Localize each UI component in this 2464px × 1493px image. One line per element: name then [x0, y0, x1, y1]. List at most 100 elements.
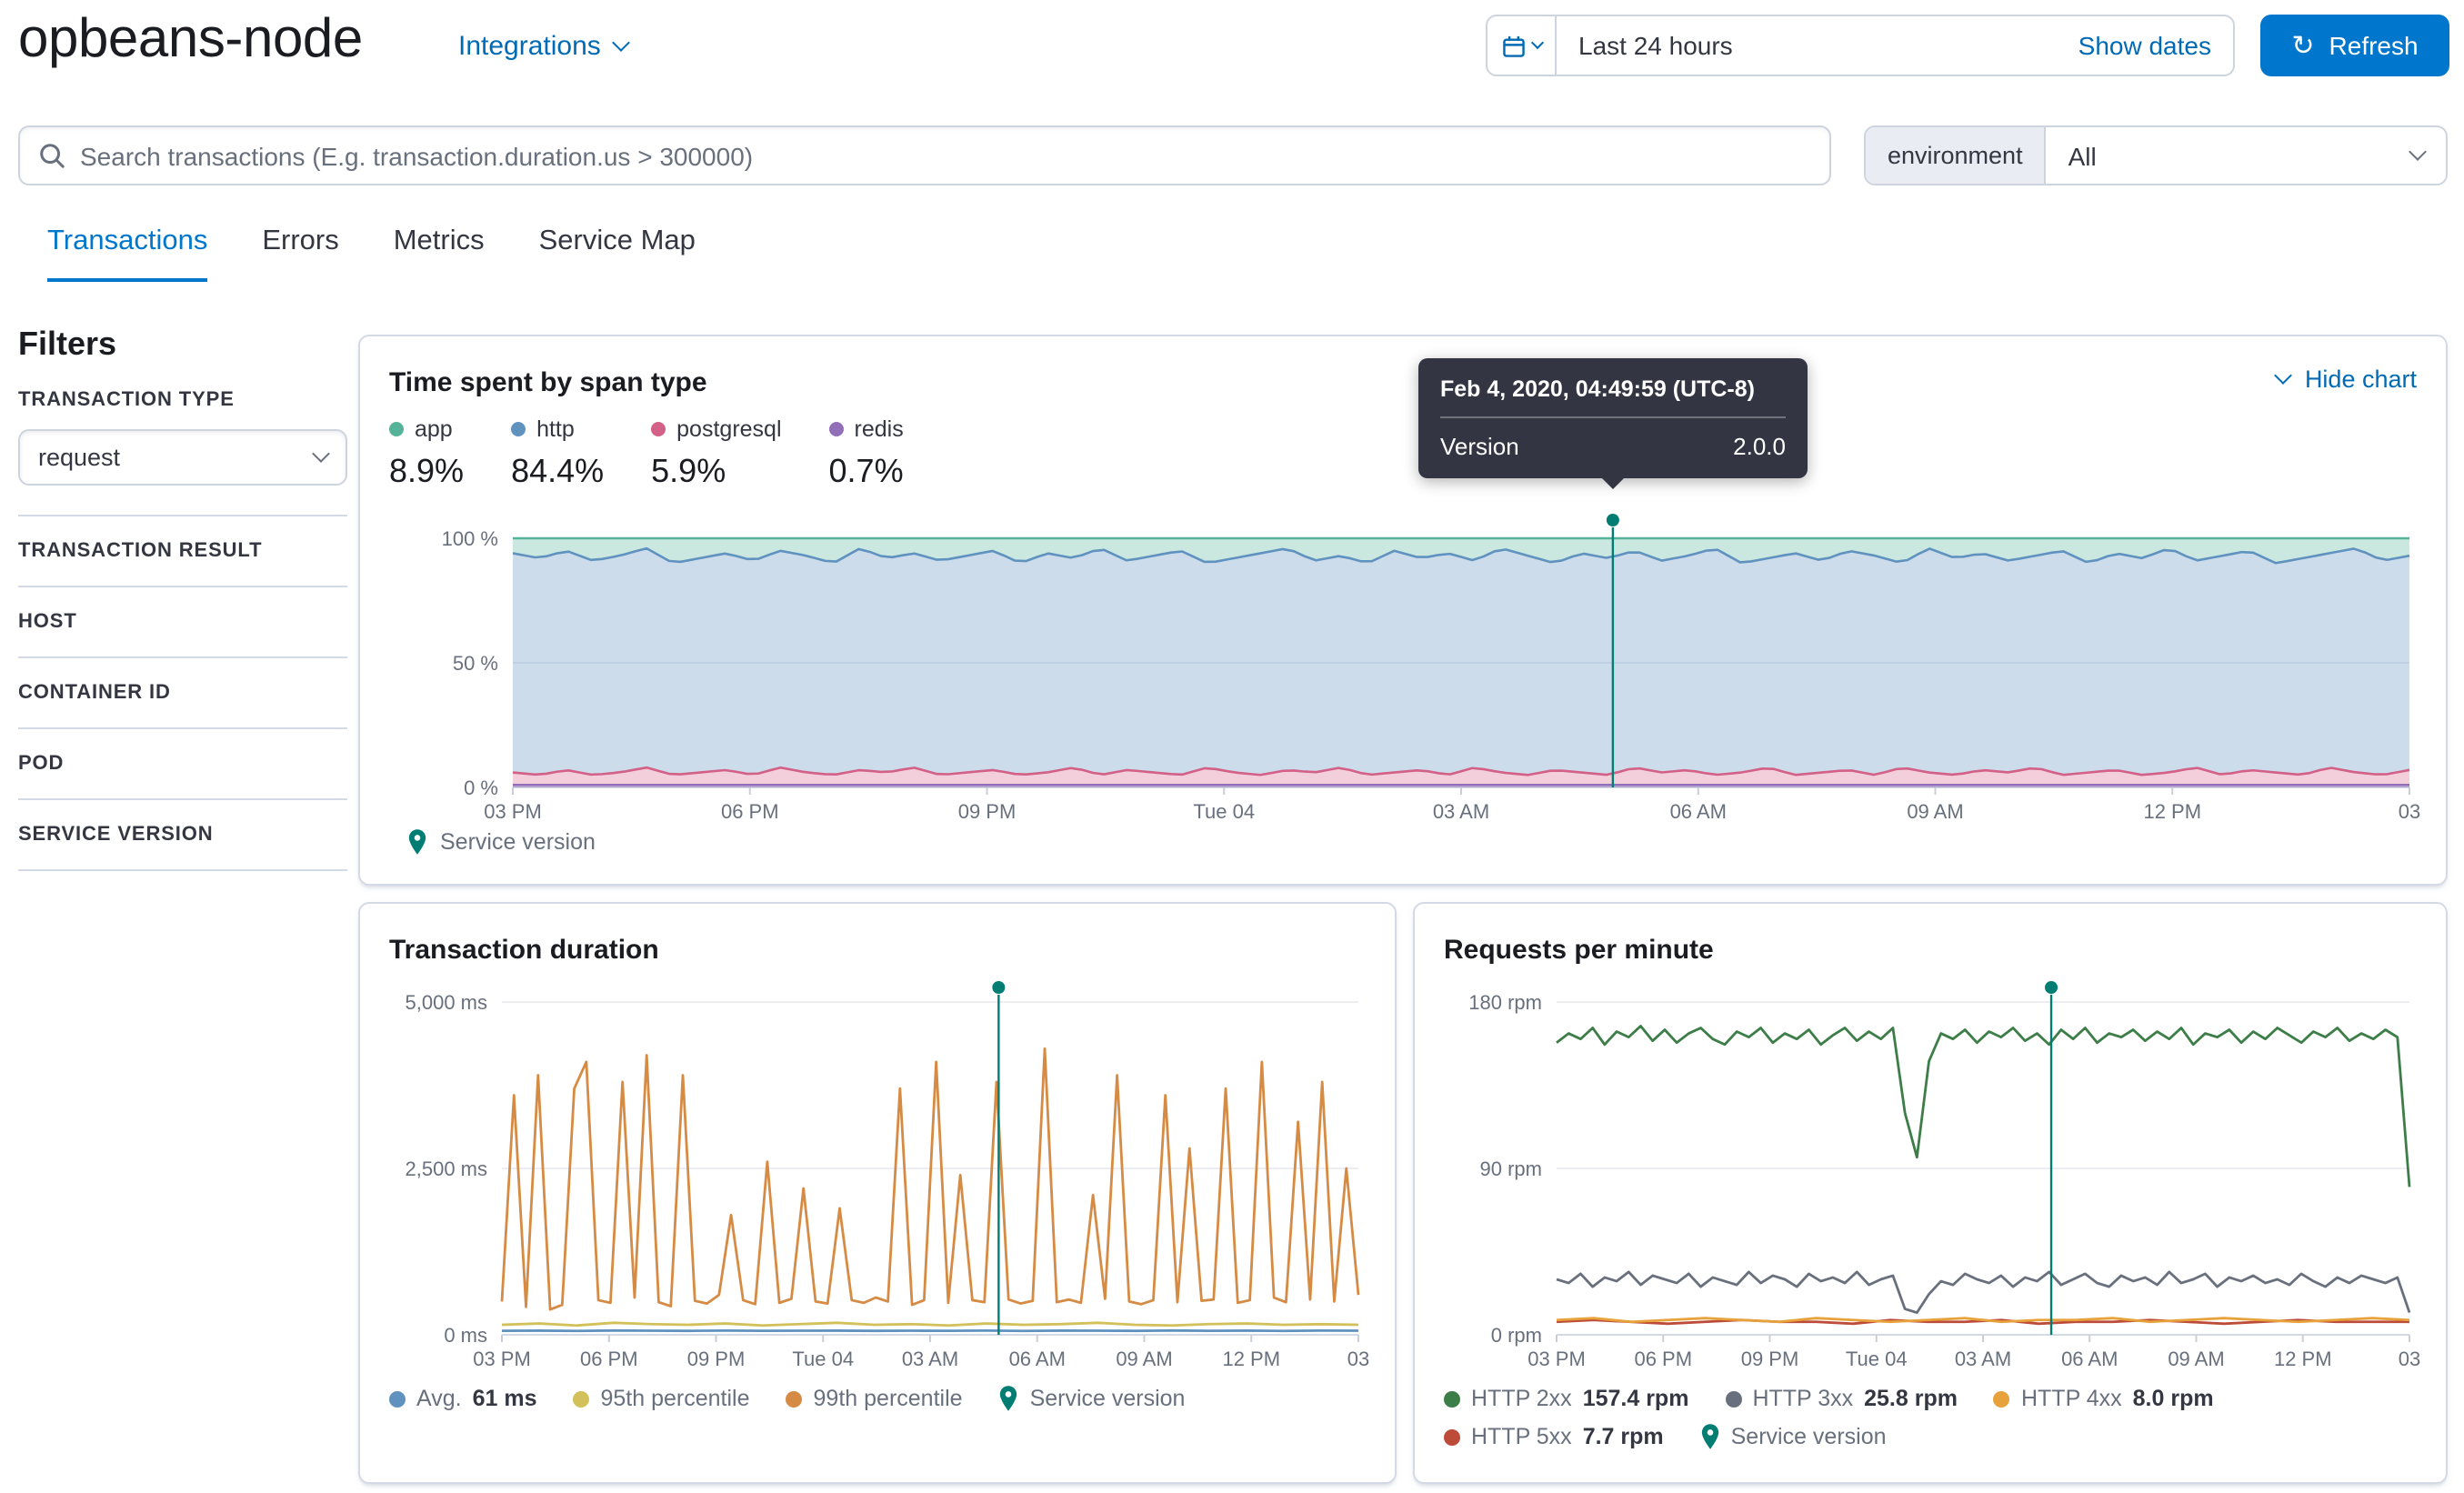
legend-dot: [1993, 1390, 2010, 1407]
legend-item-service-version[interactable]: Service version: [1700, 1424, 1887, 1449]
panel-title: Requests per minute: [1444, 935, 1714, 966]
span-legend-app[interactable]: app 8.9%: [389, 416, 464, 495]
legend-label: Avg.: [416, 1386, 462, 1411]
legend-item-avg-[interactable]: Avg. 61 ms: [389, 1386, 537, 1411]
svg-text:03 PM: 03 PM: [484, 800, 542, 823]
filter-section-service-version[interactable]: SERVICE VERSION: [18, 800, 347, 871]
legend-label: Service version: [1730, 1424, 1887, 1449]
svg-text:03 PM: 03 PM: [473, 1348, 531, 1370]
transaction-type-label: TRANSACTION TYPE: [18, 389, 235, 411]
legend-label: redis: [854, 416, 904, 442]
map-pin-icon: [408, 829, 426, 855]
tab-errors[interactable]: Errors: [262, 225, 338, 282]
time-range-field[interactable]: Last 24 hours Show dates: [1557, 16, 2233, 75]
time-spent-by-span-type-panel: Time spent by span type Hide chart app 8.…: [358, 335, 2448, 886]
duration-chart-legend: Avg. 61 ms 95th percentile 99th percentile S…: [389, 1384, 1366, 1413]
service-tabs: Transactions Errors Metrics Service Map: [47, 225, 696, 282]
span-legend-postgresql[interactable]: postgresql 5.9%: [651, 416, 782, 495]
legend-label: http: [536, 416, 575, 442]
legend-item-95th-percentile[interactable]: 95th percentile: [573, 1386, 750, 1411]
svg-text:06 PM: 06 PM: [580, 1348, 638, 1370]
legend-item-http-4xx[interactable]: HTTP 4xx 8.0 rpm: [1993, 1386, 2214, 1411]
span-legend-http[interactable]: http 84.4%: [511, 416, 604, 495]
service-version-legend[interactable]: Service version: [407, 829, 2417, 855]
svg-text:0 rpm: 0 rpm: [1491, 1324, 1542, 1347]
search-transactions-bar: [18, 125, 1831, 185]
search-input[interactable]: [80, 141, 1811, 170]
integrations-dropdown[interactable]: Integrations: [458, 31, 631, 62]
filter-section-host[interactable]: HOST: [18, 587, 347, 658]
show-dates-link[interactable]: Show dates: [2078, 31, 2211, 60]
search-icon: [40, 144, 65, 168]
filters-title: Filters: [18, 326, 117, 362]
calendar-icon: [1502, 35, 1524, 56]
transaction-type-select[interactable]: request: [18, 429, 347, 486]
legend-label: postgresql: [676, 416, 782, 442]
requests-per-minute-panel: Requests per minute 180 rpm 90 rpm 0 rpm 03…: [1413, 902, 2448, 1484]
svg-text:180 rpm: 180 rpm: [1468, 991, 1542, 1014]
svg-text:90 rpm: 90 rpm: [1480, 1157, 1542, 1180]
rpm-chart-legend-row1: HTTP 2xx 157.4 rpm HTTP 3xx 25.8 rpm HTTP 4x…: [1444, 1384, 2417, 1413]
svg-text:03: 03: [1347, 1348, 1369, 1370]
legend-label: 95th percentile: [600, 1386, 750, 1411]
svg-text:06 PM: 06 PM: [1634, 1348, 1692, 1370]
filters-sidebar: Filters TRANSACTION TYPE request TRANSAC…: [18, 324, 347, 871]
legend-item-http-3xx[interactable]: HTTP 3xx 25.8 rpm: [1725, 1386, 1958, 1411]
svg-text:0 %: 0 %: [464, 777, 498, 799]
environment-select[interactable]: All: [2047, 127, 2446, 184]
tab-transactions[interactable]: Transactions: [47, 225, 208, 282]
svg-text:09 AM: 09 AM: [1116, 1348, 1172, 1370]
calendar-button[interactable]: [1487, 16, 1557, 75]
span-percent-value: 84.4%: [511, 453, 605, 489]
svg-text:03: 03: [2399, 1348, 2420, 1370]
filter-section-transaction-result[interactable]: TRANSACTION RESULT: [18, 516, 347, 587]
legend-dot: [1444, 1390, 1460, 1407]
svg-text:09 PM: 09 PM: [1741, 1348, 1799, 1370]
svg-text:03 PM: 03 PM: [1527, 1348, 1586, 1370]
svg-text:03 AM: 03 AM: [1955, 1348, 2011, 1370]
legend-dot: [828, 422, 844, 436]
legend-dot: [389, 1390, 406, 1407]
tab-metrics[interactable]: Metrics: [394, 225, 485, 282]
svg-text:03: 03: [2399, 800, 2420, 823]
chevron-down-icon: [2409, 143, 2427, 161]
transaction-duration-chart[interactable]: 5,000 ms 2,500 ms 0 ms03 PM 06 PM 09 PM Tue 0…: [389, 977, 1369, 1373]
svg-text:06 PM: 06 PM: [721, 800, 779, 823]
svg-text:2,500 ms: 2,500 ms: [406, 1157, 488, 1180]
refresh-button[interactable]: ↻ Refresh: [2260, 15, 2449, 76]
legend-item-http-5xx[interactable]: HTTP 5xx 7.7 rpm: [1444, 1424, 1664, 1449]
legend-label: app: [415, 416, 453, 442]
legend-value: 7.7 rpm: [1582, 1424, 1664, 1449]
legend-dot: [389, 422, 404, 436]
legend-item-99th-percentile[interactable]: 99th percentile: [786, 1386, 963, 1411]
span-type-stacked-area-chart[interactable]: 100 % 50 % 0 %03 PM 06 PM 09 PM Tue 04 03 AM 06…: [389, 502, 2420, 826]
requests-per-minute-chart[interactable]: 180 rpm 90 rpm 0 rpm03 PM 06 PM 09 PM Tue 04 0…: [1444, 977, 2420, 1373]
filter-section-pod[interactable]: POD: [18, 729, 347, 800]
legend-dot: [573, 1390, 590, 1407]
legend-value: 61 ms: [472, 1386, 537, 1411]
filter-section-container-id[interactable]: CONTAINER ID: [18, 658, 347, 729]
chevron-down-icon: [312, 445, 330, 463]
refresh-icon: ↻: [2291, 30, 2315, 61]
svg-text:100 %: 100 %: [442, 527, 498, 550]
svg-text:09 AM: 09 AM: [1907, 800, 1963, 823]
span-percent-value: 0.7%: [828, 453, 904, 489]
hide-chart-button[interactable]: Hide chart: [2275, 366, 2417, 393]
transaction-duration-panel: Transaction duration 5,000 ms 2,500 ms 0 m…: [358, 902, 1397, 1484]
environment-value: All: [2068, 141, 2097, 170]
svg-text:0 ms: 0 ms: [444, 1324, 487, 1347]
time-range-value: Last 24 hours: [1578, 31, 1733, 60]
legend-item-service-version[interactable]: Service version: [999, 1386, 1185, 1411]
rpm-chart-legend-row2: HTTP 5xx 7.7 rpm Service version: [1444, 1422, 2417, 1451]
tab-service-map[interactable]: Service Map: [539, 225, 696, 282]
chevron-down-icon: [612, 34, 631, 52]
legend-label: HTTP 5xx: [1471, 1424, 1572, 1449]
legend-label: HTTP 2xx: [1471, 1386, 1572, 1411]
hide-chart-label: Hide chart: [2304, 366, 2417, 393]
legend-item-http-2xx[interactable]: HTTP 2xx 157.4 rpm: [1444, 1386, 1688, 1411]
svg-text:50 %: 50 %: [453, 652, 498, 675]
filter-sections: TRANSACTION RESULT HOST CONTAINER ID POD SER…: [18, 515, 347, 871]
legend-dot: [651, 422, 666, 436]
span-percent-value: 5.9%: [651, 453, 726, 489]
span-legend-redis[interactable]: redis 0.7%: [828, 416, 904, 495]
